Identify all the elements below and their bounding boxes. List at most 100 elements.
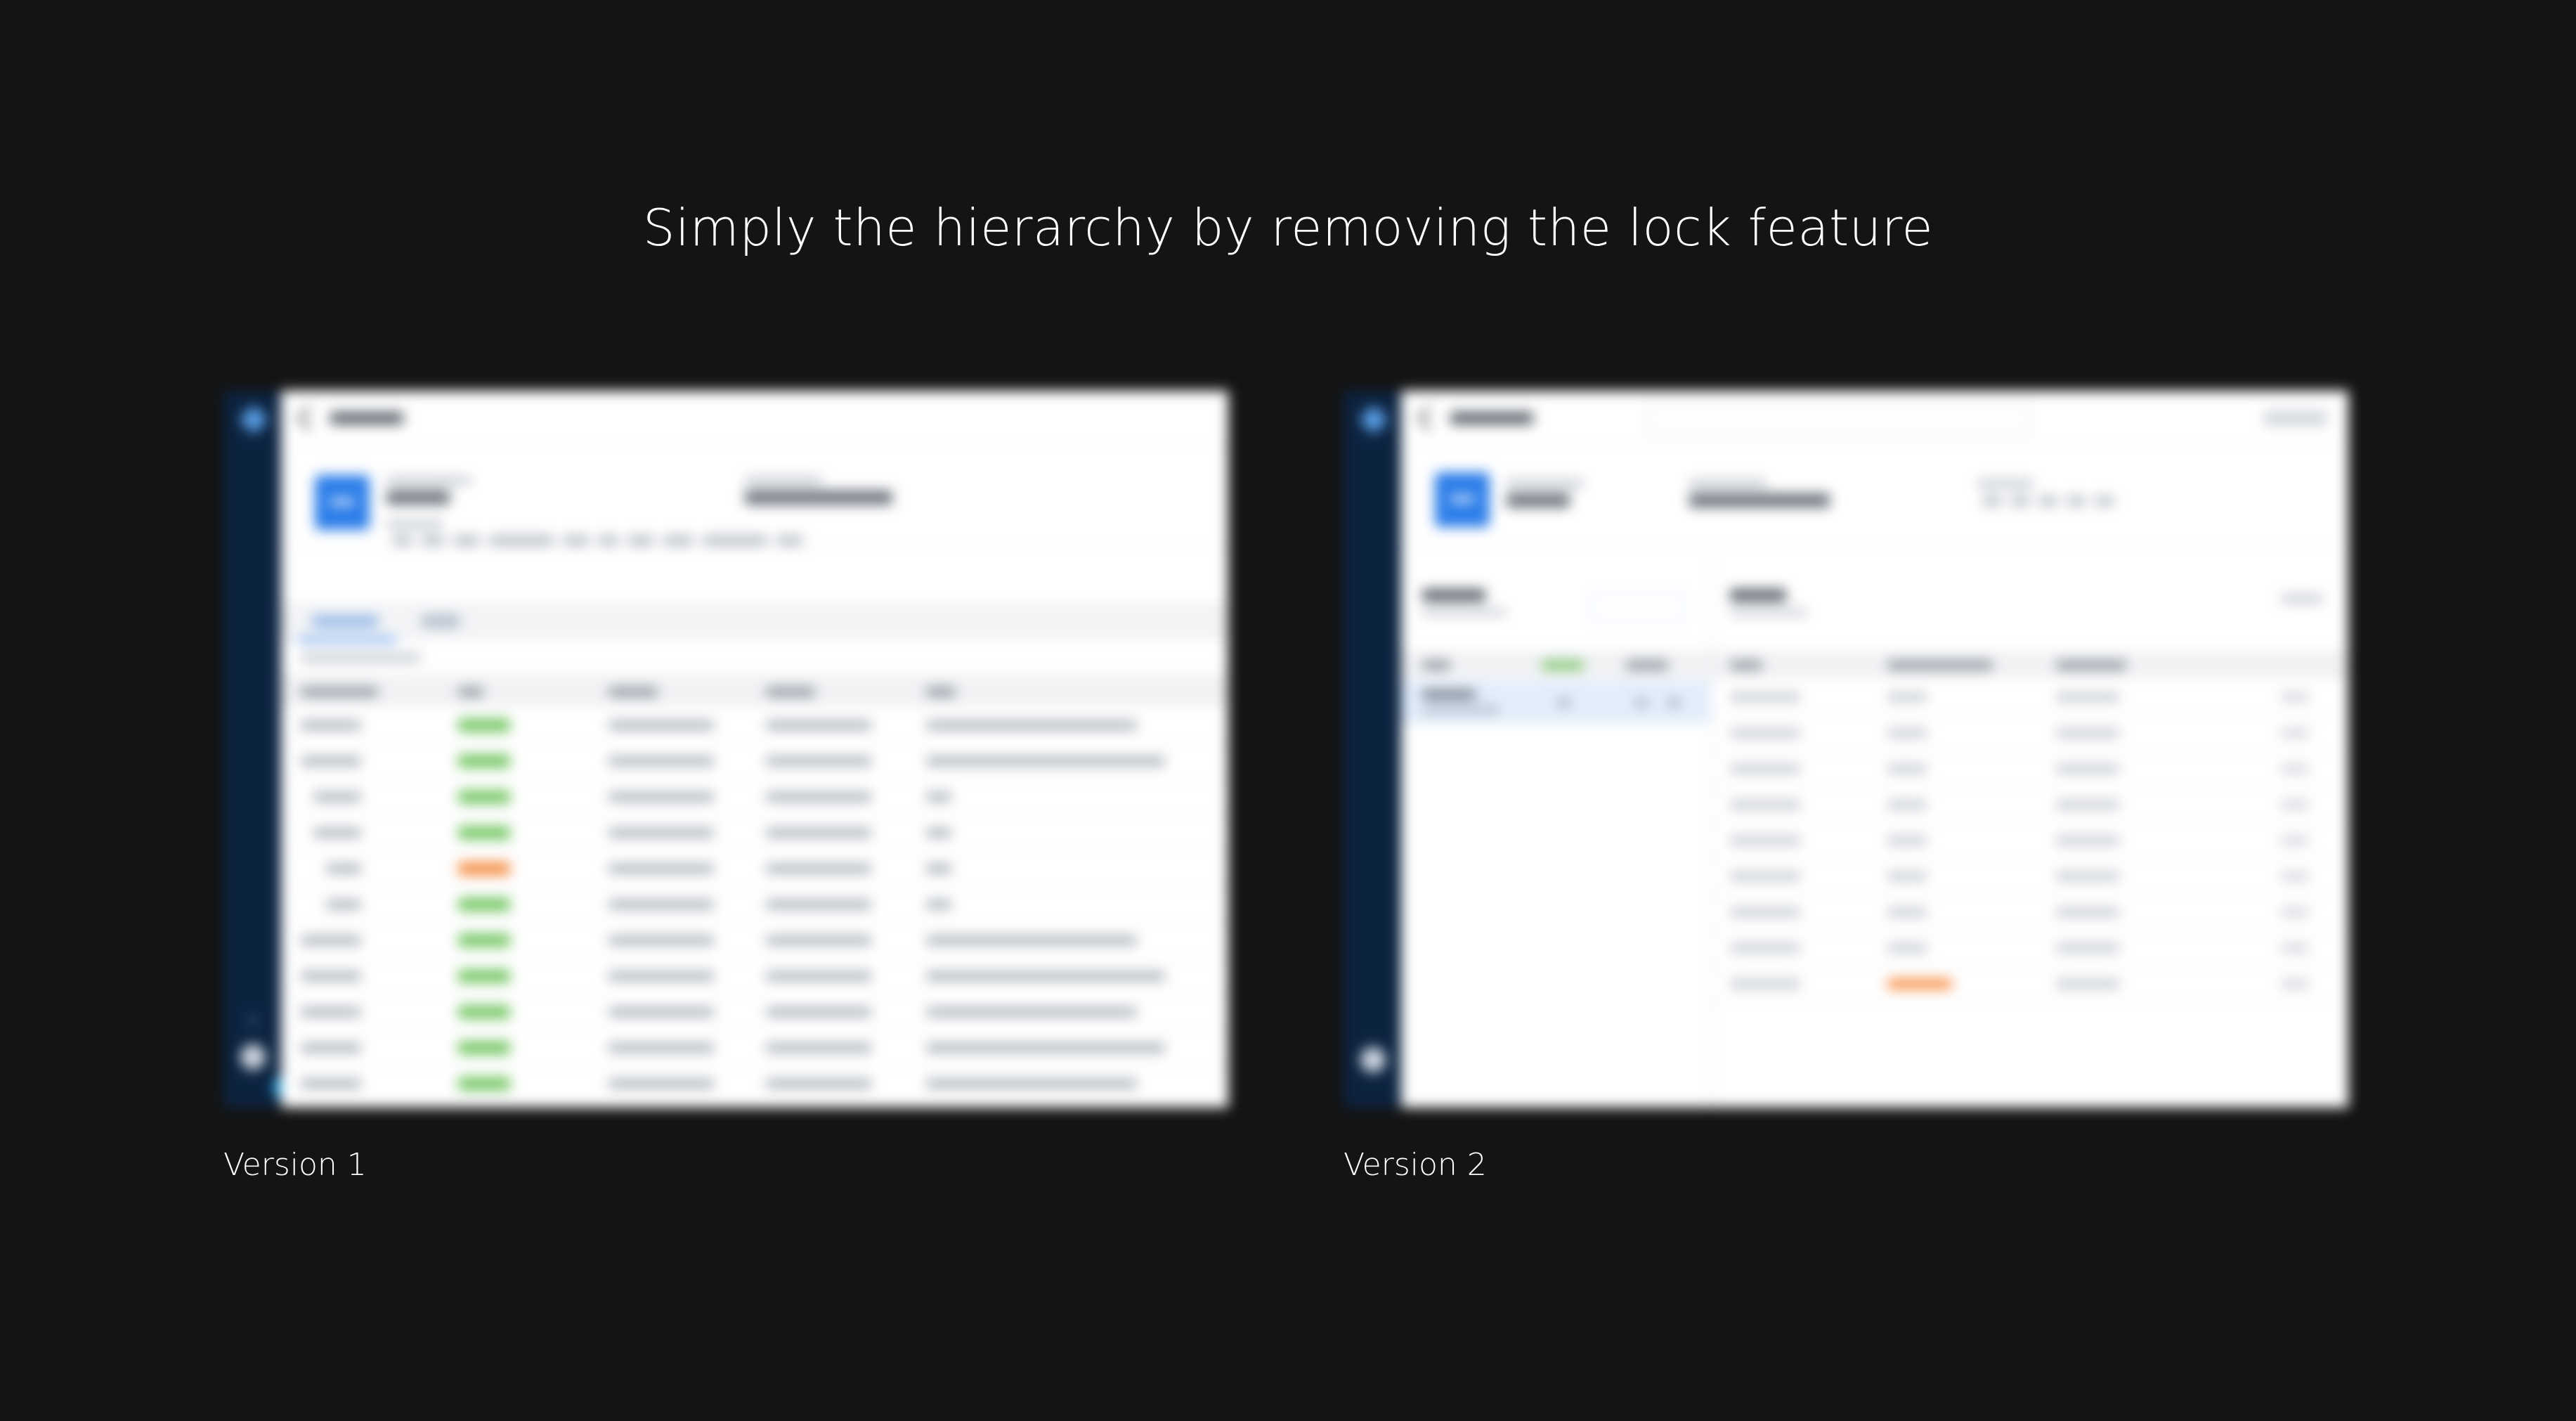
row-action[interactable] [2281, 693, 2309, 701]
diamond-logo-icon[interactable] [1358, 404, 1389, 435]
row-cell [609, 936, 714, 945]
app-content [281, 391, 1228, 1108]
row-cell [1887, 836, 1927, 845]
table-row[interactable] [281, 708, 1228, 744]
tag-chip [489, 536, 554, 545]
list-item[interactable] [1712, 967, 2348, 1003]
meta-value [1507, 493, 1570, 507]
nav-dot-icon[interactable] [249, 1016, 257, 1025]
table-row[interactable] [281, 923, 1228, 959]
column-header[interactable] [1542, 661, 1584, 670]
breadcrumb[interactable] [330, 412, 403, 424]
column-header[interactable] [766, 687, 815, 696]
row-action[interactable] [2281, 729, 2309, 737]
table-row[interactable] [281, 959, 1228, 995]
list-item[interactable] [1712, 752, 2348, 788]
chevron-left-icon[interactable] [297, 406, 321, 430]
more-icon[interactable] [1668, 699, 1679, 707]
version-caption: Version 2 [1344, 1147, 1487, 1183]
column-header[interactable] [609, 687, 658, 696]
meta-label [745, 476, 822, 485]
row-cell [766, 829, 871, 837]
row-action[interactable] [2281, 980, 2309, 988]
table-row[interactable] [281, 995, 1228, 1031]
tab-indicator [298, 638, 396, 642]
filter-row[interactable] [281, 642, 1228, 675]
status-badge [458, 862, 510, 875]
tag-chip [777, 536, 802, 545]
row-action[interactable] [2281, 765, 2309, 773]
column-header[interactable] [1626, 661, 1668, 670]
status-badge [1887, 979, 1952, 989]
add-button[interactable] [1591, 592, 1685, 623]
row-action[interactable] [2281, 872, 2309, 881]
row-cell [2056, 980, 2119, 988]
row-name [301, 721, 361, 729]
row-cell [766, 1079, 871, 1088]
chevron-left-icon[interactable] [1417, 406, 1441, 430]
meta-label [1977, 479, 2034, 488]
row-action[interactable] [2281, 908, 2309, 916]
tab-secondary[interactable] [422, 616, 460, 627]
column-header[interactable] [1730, 661, 1762, 670]
list-item[interactable] [1712, 895, 2348, 931]
tag-chip [454, 536, 479, 545]
pane-actions[interactable] [2281, 595, 2323, 603]
row-action[interactable] [2281, 836, 2309, 845]
sidebar-rail [1344, 391, 1401, 1108]
tag-chip [1983, 496, 2001, 506]
row-action[interactable] [2281, 800, 2309, 809]
row-name [1730, 693, 1800, 701]
row-name [1730, 800, 1800, 809]
row-cell [766, 757, 871, 765]
table-row[interactable] [281, 780, 1228, 816]
list-item[interactable] [1712, 824, 2348, 859]
table-row[interactable] [281, 1067, 1228, 1103]
column-header[interactable] [301, 687, 378, 696]
list-item[interactable] [1712, 788, 2348, 824]
list-item-selected[interactable] [1401, 680, 1710, 724]
row-cell [2056, 836, 2119, 845]
table-row[interactable] [281, 852, 1228, 888]
tab-active[interactable] [312, 616, 378, 627]
column-header[interactable] [2056, 661, 2126, 670]
table-row[interactable] [281, 816, 1228, 852]
avatar-icon[interactable] [1360, 1047, 1386, 1072]
row-name [1730, 872, 1800, 881]
meta-label [1507, 479, 1584, 488]
column-header[interactable] [926, 687, 956, 696]
diamond-logo-icon[interactable] [238, 404, 269, 435]
row-cell [926, 1079, 1137, 1088]
status-badge [458, 791, 510, 803]
sidebar-rail [223, 391, 294, 1108]
pane-subtitle [1730, 609, 1807, 616]
avatar-icon[interactable] [240, 1044, 266, 1070]
list-item[interactable] [1712, 680, 2348, 716]
tag-chip [628, 536, 653, 545]
row-cell [609, 972, 714, 980]
entity-icon [315, 475, 370, 530]
row-cell [609, 1008, 714, 1016]
table-row[interactable] [281, 744, 1228, 780]
search-input[interactable] [1647, 405, 2029, 436]
list-item[interactable] [1712, 931, 2348, 967]
table-row[interactable] [281, 1031, 1228, 1067]
row-cell [609, 793, 714, 801]
row-action[interactable] [2281, 944, 2309, 952]
page-headline: Simply the hierarchy by removing the loc… [642, 198, 1934, 257]
table-row[interactable] [281, 888, 1228, 923]
tag-chip [703, 536, 767, 545]
status-badge [458, 826, 510, 839]
breadcrumb[interactable] [1450, 412, 1533, 424]
user-menu[interactable] [2264, 410, 2327, 426]
list-item[interactable] [1712, 716, 2348, 752]
right-pane [1712, 550, 2348, 1108]
column-header[interactable] [458, 687, 483, 696]
list-item[interactable] [1712, 859, 2348, 895]
status-badge [458, 755, 510, 767]
left-pane [1401, 550, 1712, 1108]
column-header[interactable] [1887, 661, 1993, 670]
list-header [1712, 651, 2348, 679]
column-header[interactable] [1422, 661, 1450, 670]
status-badge [458, 970, 510, 982]
